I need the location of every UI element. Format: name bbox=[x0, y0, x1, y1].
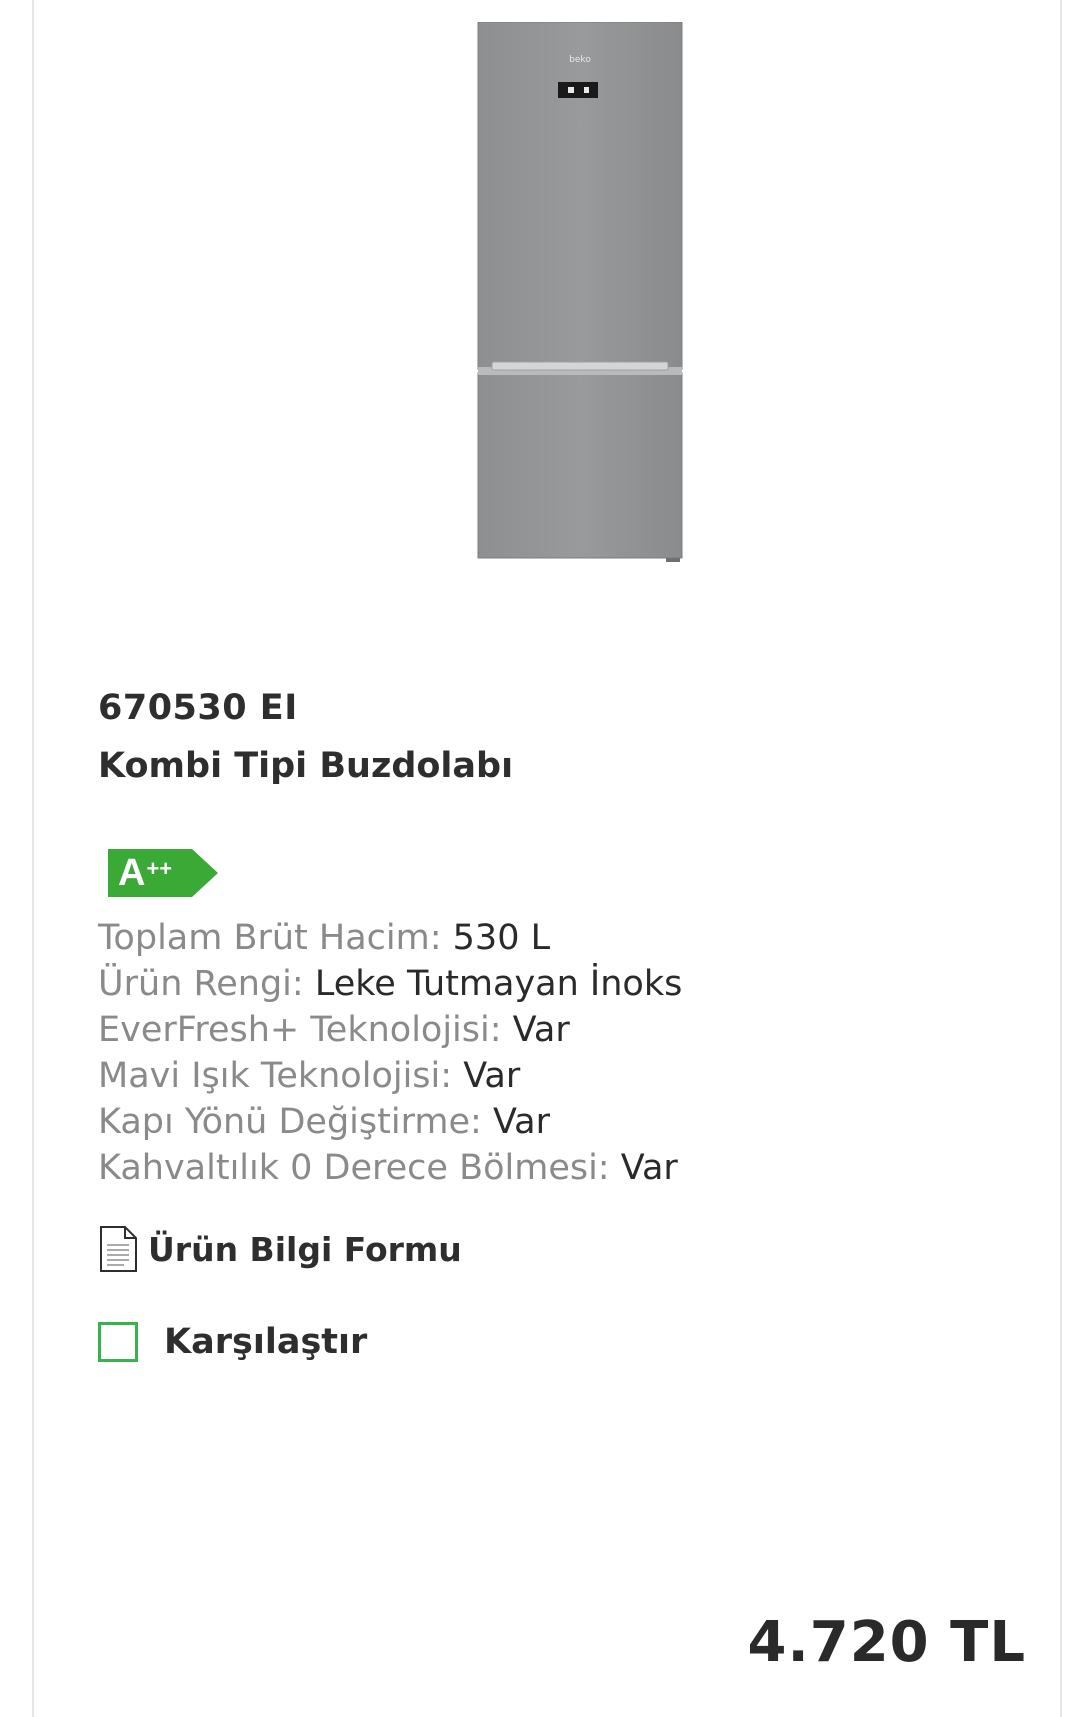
spec-label: Kapı Yönü Değiştirme: bbox=[98, 1102, 482, 1142]
spec-value: Var bbox=[492, 1102, 551, 1142]
spec-label: Toplam Brüt Hacim: bbox=[98, 918, 442, 958]
spec-row: Mavi Işık Teknolojisi: Var bbox=[98, 1053, 1058, 1099]
compare-toggle[interactable]: Karşılaştır bbox=[98, 1318, 367, 1366]
energy-class-badge: A++ bbox=[108, 849, 220, 897]
svg-text:beko: beko bbox=[569, 55, 591, 65]
spec-label: Kahvaltılık 0 Derece Bölmesi: bbox=[98, 1148, 610, 1188]
product-price: 4.720 TL bbox=[747, 1610, 1026, 1675]
spec-value: Var bbox=[512, 1010, 570, 1050]
spec-label: EverFresh+ Teknolojisi: bbox=[98, 1010, 502, 1050]
document-icon bbox=[98, 1225, 138, 1273]
spec-value: Var bbox=[620, 1148, 678, 1188]
spec-label: Mavi Işık Teknolojisi: bbox=[98, 1056, 453, 1096]
energy-class-plus: ++ bbox=[146, 856, 173, 881]
spec-value: 530 L bbox=[452, 918, 551, 958]
spec-row: Toplam Brüt Hacim: 530 L bbox=[98, 915, 1058, 961]
spec-row: Kahvaltılık 0 Derece Bölmesi: Var bbox=[98, 1145, 1058, 1191]
product-card: beko 670530 EI Kombi Tipi Buzdolabı A++ … bbox=[32, 0, 1062, 1717]
product-info-form-label: Ürün Bilgi Formu bbox=[148, 1229, 462, 1269]
product-info-form-link[interactable]: Ürün Bilgi Formu bbox=[98, 1224, 462, 1274]
spec-list: Toplam Brüt Hacim: 530 L Ürün Rengi: Lek… bbox=[98, 915, 1058, 1191]
spec-row: EverFresh+ Teknolojisi: Var bbox=[98, 1007, 1058, 1053]
product-image[interactable]: beko bbox=[476, 22, 684, 567]
product-model-code: 670530 EI bbox=[98, 688, 298, 728]
compare-checkbox[interactable] bbox=[98, 1322, 138, 1362]
compare-label: Karşılaştır bbox=[164, 1322, 368, 1362]
spec-row: Ürün Rengi: Leke Tutmayan İnoks bbox=[98, 961, 1058, 1007]
product-type-title: Kombi Tipi Buzdolabı bbox=[98, 746, 514, 786]
spec-label: Ürün Rengi: bbox=[98, 964, 304, 1004]
spec-row: Kapı Yönü Değiştirme: Var bbox=[98, 1099, 1058, 1145]
spec-value: Var bbox=[463, 1056, 521, 1096]
energy-class-letter: A bbox=[118, 852, 146, 894]
spec-value: Leke Tutmayan İnoks bbox=[314, 964, 683, 1004]
